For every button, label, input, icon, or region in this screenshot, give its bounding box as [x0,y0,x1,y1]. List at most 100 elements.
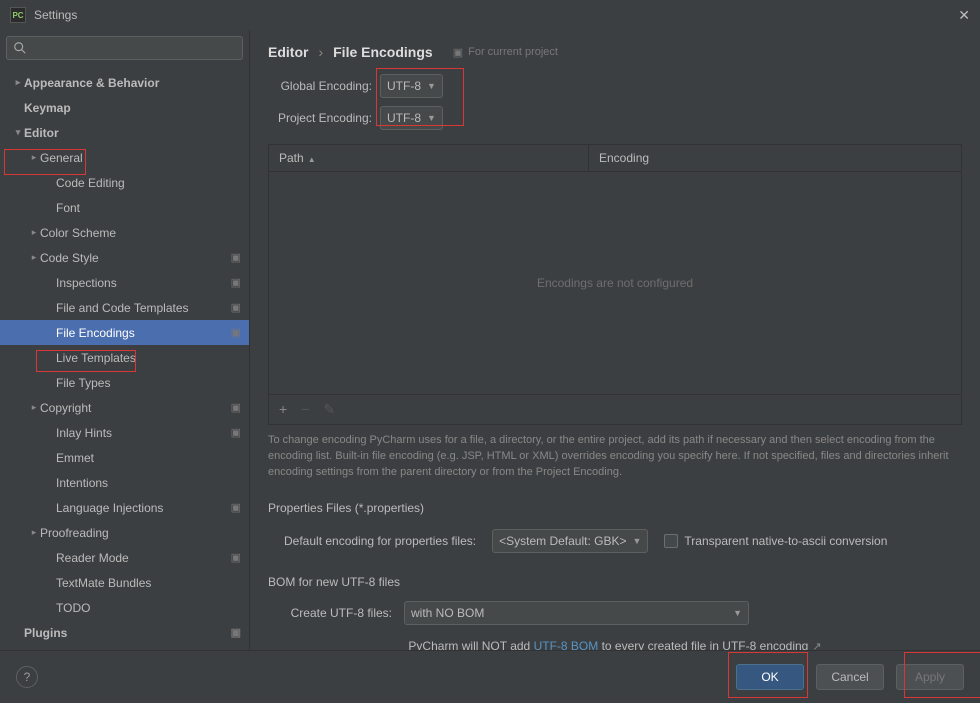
project-scope-icon: ▣ [231,251,241,264]
sidebar-item-label: Inspections [56,276,231,290]
help-button[interactable]: ? [16,666,38,688]
sidebar-item-keymap[interactable]: Keymap [0,95,249,120]
table-col-encoding[interactable]: Encoding [589,145,961,171]
project-encoding-dropdown[interactable]: UTF-8 ▼ [380,106,443,130]
sidebar-item-label: Font [56,201,241,215]
create-utf8-dropdown[interactable]: with NO BOM ▼ [404,601,749,625]
chevron-right-icon [28,227,40,238]
dialog-footer: ? OK Cancel Apply [0,650,980,703]
sidebar-item-language-injections[interactable]: Language Injections▣ [0,495,249,520]
caret-down-icon: ▼ [733,608,742,618]
project-scope-icon: ▣ [231,401,241,414]
sidebar-item-label: Code Editing [56,176,241,190]
edit-icon: ✎ [323,401,335,418]
sidebar-item-label: Plugins [24,626,231,640]
sidebar-item-label: Emmet [56,451,241,465]
sidebar-item-file-types[interactable]: File Types [0,370,249,395]
sidebar-item-font[interactable]: Font [0,195,249,220]
app-logo-icon: PC [10,7,26,23]
close-icon[interactable]: ✕ [958,7,970,24]
project-encoding-value: UTF-8 [387,111,421,125]
sidebar-item-appearance-behavior[interactable]: Appearance & Behavior [0,70,249,95]
sidebar: Appearance & Behavior Keymap Editor General… [0,30,250,650]
chevron-right-icon [28,527,40,538]
apply-button[interactable]: Apply [896,664,964,690]
remove-icon: − [301,401,309,418]
project-scope-icon: ▣ [231,626,241,639]
sidebar-item-label: Language Injections [56,501,231,515]
sidebar-item-general[interactable]: General [0,145,249,170]
default-properties-encoding-label: Default encoding for properties files: [284,534,476,548]
default-properties-encoding-dropdown[interactable]: <System Default: GBK> ▼ [492,529,648,553]
sidebar-item-textmate-bundles[interactable]: TextMate Bundles [0,570,249,595]
project-scope-icon: ▣ [231,301,241,314]
project-scope-icon: ▣ [231,426,241,439]
sidebar-item-reader-mode[interactable]: Reader Mode▣ [0,545,249,570]
settings-tree[interactable]: Appearance & Behavior Keymap Editor General… [0,66,249,650]
project-scope-icon: ▣ [231,276,241,289]
sidebar-item-live-templates[interactable]: Live Templates [0,345,249,370]
sidebar-item-label: Live Templates [56,351,241,365]
chevron-right-icon: › [318,44,323,60]
checkbox-icon [664,534,678,548]
sidebar-item-emmet[interactable]: Emmet [0,445,249,470]
sidebar-item-label: File Encodings [56,326,231,340]
sidebar-item-inspections[interactable]: Inspections▣ [0,270,249,295]
sidebar-item-copyright[interactable]: Copyright▣ [0,395,249,420]
encoding-table: Path▲ Encoding Encodings are not configu… [268,144,962,425]
sidebar-item-label: Appearance & Behavior [24,76,241,90]
chevron-down-icon [12,127,24,138]
transparent-ascii-checkbox[interactable]: Transparent native-to-ascii conversion [664,534,887,548]
sidebar-item-label: TODO [56,601,241,615]
sidebar-item-label: Copyright [40,401,231,415]
utf8-bom-link[interactable]: UTF-8 BOM [534,639,599,650]
global-encoding-value: UTF-8 [387,79,421,93]
ok-button[interactable]: OK [736,664,804,690]
create-utf8-label: Create UTF-8 files: [284,606,392,620]
project-scope-icon: ▣ [231,326,241,339]
sidebar-item-file-and-code-templates[interactable]: File and Code Templates▣ [0,295,249,320]
sidebar-item-intentions[interactable]: Intentions [0,470,249,495]
sidebar-item-code-editing[interactable]: Code Editing [0,170,249,195]
sidebar-item-plugins[interactable]: Plugins▣ [0,620,249,645]
sidebar-item-editor[interactable]: Editor [0,120,249,145]
main-panel: Editor › File Encodings ▣For current pro… [250,30,980,650]
chevron-right-icon [28,252,40,263]
encoding-hint-text: To change encoding PyCharm uses for a fi… [268,433,962,481]
bom-note: PyCharm will NOT add UTF-8 BOM to every … [250,629,980,650]
sidebar-item-label: Reader Mode [56,551,231,565]
sidebar-item-label: Inlay Hints [56,426,231,440]
global-encoding-label: Global Encoding: [268,79,372,93]
sidebar-item-label: Editor [24,126,241,140]
chevron-right-icon [12,77,24,88]
sidebar-item-inlay-hints[interactable]: Inlay Hints▣ [0,420,249,445]
sidebar-item-color-scheme[interactable]: Color Scheme [0,220,249,245]
global-encoding-dropdown[interactable]: UTF-8 ▼ [380,74,443,98]
sidebar-item-proofreading[interactable]: Proofreading [0,520,249,545]
titlebar: PC Settings ✕ [0,0,980,30]
sidebar-item-label: File and Code Templates [56,301,231,315]
sort-asc-icon: ▲ [308,155,316,164]
breadcrumb: Editor › File Encodings ▣For current pro… [250,30,980,70]
search-input[interactable] [6,36,243,60]
sidebar-item-file-encodings[interactable]: File Encodings▣ [0,320,249,345]
sidebar-item-label: Code Style [40,251,231,265]
sidebar-item-version-control[interactable]: Version Control▣ [0,645,249,650]
project-encoding-label: Project Encoding: [268,111,372,125]
breadcrumb-editor[interactable]: Editor [268,44,308,60]
sidebar-item-label: Proofreading [40,526,241,540]
for-current-project-badge: ▣For current project [453,46,558,59]
window-title: Settings [34,8,77,22]
sidebar-item-label: General [40,151,241,165]
caret-down-icon: ▼ [427,81,436,91]
add-icon[interactable]: + [279,401,287,418]
sidebar-item-code-style[interactable]: Code Style▣ [0,245,249,270]
cancel-button[interactable]: Cancel [816,664,884,690]
properties-legend: Properties Files (*.properties) [268,501,962,515]
sidebar-item-todo[interactable]: TODO [0,595,249,620]
caret-down-icon: ▼ [427,113,436,123]
project-scope-icon: ▣ [231,501,241,514]
table-col-path[interactable]: Path▲ [269,145,589,171]
chevron-right-icon [28,152,40,163]
chevron-right-icon [28,402,40,413]
